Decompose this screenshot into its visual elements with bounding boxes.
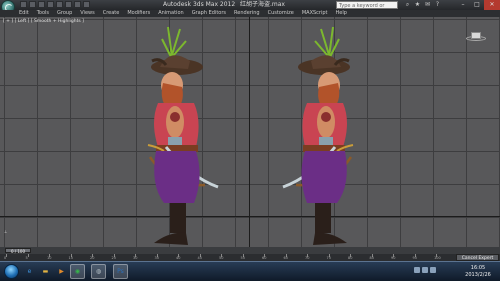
menu-animation[interactable]: Animation (158, 10, 184, 17)
timeline-tick-label: 85 (369, 256, 374, 260)
timeline-tick-label: 20 (90, 256, 95, 260)
timeline-tick-label: 70 (305, 256, 310, 260)
media-icon-glyph: ▶ (59, 268, 64, 275)
communication-icon[interactable]: ✉ (424, 1, 431, 8)
timeline-tick-label: 35 (154, 256, 159, 260)
timeline-tick-label: 75 (326, 256, 331, 260)
time-slider[interactable]: 0 / 100 (0, 247, 500, 254)
maximize-button[interactable]: □ (470, 0, 484, 10)
folder-icon[interactable]: ▬ (38, 264, 53, 279)
binoculars-icon[interactable]: ⌕ (404, 1, 411, 8)
timeline-tick-label: 25 (111, 256, 116, 260)
time-slider-handle[interactable]: 0 / 100 (5, 248, 31, 254)
new-file-icon[interactable] (20, 1, 27, 8)
system-clock[interactable]: 16:05 2013/2/26 (458, 265, 498, 279)
timeline-tick-label: 15 (68, 256, 73, 260)
menu-maxscript[interactable]: MAXScript (302, 10, 328, 17)
browser-icon[interactable]: ◉ (70, 264, 85, 279)
menu-edit[interactable]: Edit (19, 10, 29, 17)
timeline-tick-label: 65 (283, 256, 288, 260)
pirate-model-left (147, 26, 219, 245)
timeline-tick-label: 55 (240, 256, 245, 260)
search-input[interactable]: Type a keyword or phrase (336, 1, 398, 17)
pirate-model-right (282, 26, 354, 245)
axis-tripod-icon: ⊥ (4, 229, 8, 234)
left-viewport[interactable]: [ + ] [ Left ] [ Smooth + Highlights ] ⊥ (0, 17, 500, 247)
menu-graph-editors[interactable]: Graph Editors (192, 10, 226, 17)
title-bar: Autodesk 3ds Max 2012 红胡子海盗.max Type a k… (0, 0, 500, 17)
start-button[interactable] (4, 264, 19, 279)
track-bar[interactable]: 0 5 10 15 20 25 30 35 40 45 50 55 60 65 70 75 80 85 90 95 10… (0, 254, 500, 261)
app-title: Autodesk 3ds Max 2012 (163, 1, 236, 8)
save-file-icon[interactable] (38, 1, 45, 8)
fetch-icon[interactable] (74, 1, 81, 8)
close-button[interactable]: ✕ (484, 0, 500, 10)
timeline-tick-label: 60 (262, 256, 267, 260)
windows-taskbar: e ▬ ▶ ◉ ◍ Ps 16:05 2013/2/26 (0, 261, 500, 281)
menu-tools[interactable]: Tools (37, 10, 49, 17)
timeline-tick-label: 5 (25, 256, 28, 260)
menu-create[interactable]: Create (103, 10, 120, 17)
undo-icon[interactable] (47, 1, 54, 8)
hat-plant-left (161, 26, 187, 58)
minimize-button[interactable]: – (456, 0, 470, 10)
title-tools: ⌕ ★ ✉ ? (404, 1, 441, 8)
timeline-tick-label: 10 (47, 256, 52, 260)
timeline-tick-label: 40 (176, 256, 181, 260)
menu-help[interactable]: Help (336, 10, 347, 17)
clock-time: 16:05 (470, 265, 486, 271)
hat-plant-right (314, 26, 340, 58)
timeline-tick-label: 95 (412, 256, 417, 260)
menu-group[interactable]: Group (57, 10, 72, 17)
media-icon[interactable]: ▶ (54, 264, 69, 279)
timeline-tick-label: 0 (4, 256, 7, 260)
help-icon[interactable]: ? (434, 1, 441, 8)
menu-modifiers[interactable]: Modifiers (127, 10, 150, 17)
folder-icon-glyph: ▬ (42, 268, 49, 275)
timeline-tick-label: 30 (133, 256, 138, 260)
quick-access-toolbar (20, 1, 90, 9)
tray-network-icon[interactable] (422, 267, 428, 273)
menu-rendering[interactable]: Rendering (234, 10, 260, 17)
window-controls: – □ ✕ (456, 0, 500, 10)
open-file-icon[interactable] (29, 1, 36, 8)
cancel-expert-mode-button[interactable]: Cancel Expert Mode (456, 254, 499, 268)
project-folder-icon[interactable] (83, 1, 90, 8)
pirate-model-scene (147, 26, 354, 245)
ie-icon[interactable]: e (22, 264, 37, 279)
hold-icon[interactable] (65, 1, 72, 8)
3dsmax-icon-glyph: ◍ (95, 268, 102, 275)
clock-date: 2013/2/26 (465, 272, 491, 278)
tray-flag-icon[interactable] (414, 267, 420, 273)
photoshop-icon[interactable]: Ps (113, 264, 128, 279)
redo-icon[interactable] (56, 1, 63, 8)
timeline-tick-label: 90 (391, 256, 396, 260)
timeline-tick-label: 100 (434, 256, 441, 260)
menu-views[interactable]: Views (80, 10, 94, 17)
tray-volume-icon[interactable] (430, 267, 436, 273)
photoshop-icon-glyph: Ps (117, 268, 124, 275)
timeline-tick-label: 80 (348, 256, 353, 260)
system-tray (414, 267, 436, 273)
menu-bar: Edit Tools Group Views Create Modifiers … (0, 10, 500, 17)
subscription-icon[interactable]: ★ (414, 1, 421, 8)
timeline-tick-label: 45 (197, 256, 202, 260)
ie-icon-glyph: e (27, 268, 32, 275)
menu-customize[interactable]: Customize (268, 10, 294, 17)
file-name: 红胡子海盗.max (240, 1, 285, 8)
3dsmax-icon[interactable]: ◍ (91, 264, 106, 279)
timeline-tick-label: 50 (219, 256, 224, 260)
browser-icon-glyph: ◉ (74, 268, 81, 275)
